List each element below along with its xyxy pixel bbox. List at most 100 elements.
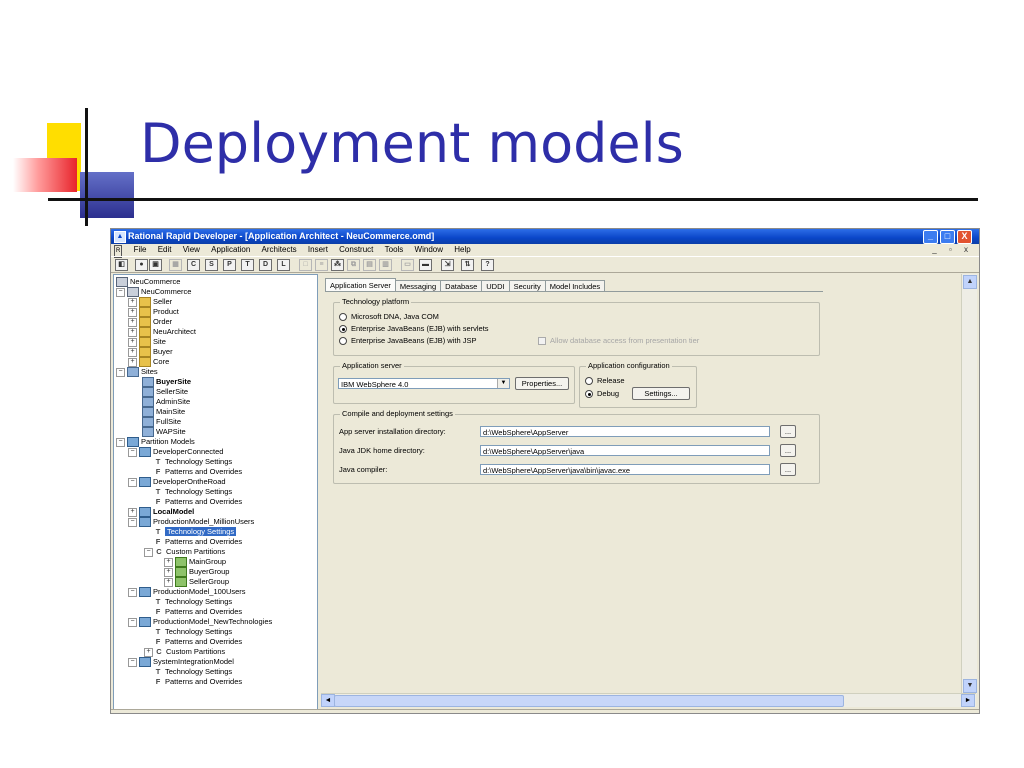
toolbar-d-button[interactable]: D [259, 259, 272, 271]
tree-item-custom-partitions[interactable]: + C Custom Partitions [144, 647, 225, 657]
radio-icon[interactable] [339, 337, 347, 346]
application-server-select[interactable]: IBM WebSphere 4.0 ▼ [338, 378, 510, 389]
toolbar-sort-icon[interactable]: ⇅ [461, 259, 474, 271]
minimize-button[interactable]: _ [923, 230, 938, 244]
java-compiler-field[interactable]: d:\WebSphere\AppServer\java\bin\javac.ex… [480, 464, 770, 475]
menu-view[interactable]: View [183, 244, 200, 255]
model-tree[interactable]: NeuCommerce − NeuCommerce + Seller + Produc… [113, 274, 318, 710]
menu-help[interactable]: Help [454, 244, 470, 255]
toolbar-l-button[interactable]: L [277, 259, 290, 271]
radio-icon[interactable] [339, 313, 347, 322]
menu-insert[interactable]: Insert [308, 244, 328, 255]
jdk-home-field[interactable]: d:\WebSphere\AppServer\java [480, 445, 770, 456]
tree-item-root[interactable]: NeuCommerce [116, 277, 180, 288]
expand-icon[interactable]: + [128, 327, 137, 337]
toolbar-palette-icon[interactable]: ▬ [419, 259, 432, 271]
menu-file[interactable]: File [134, 244, 147, 255]
tab-application-server[interactable]: Application Server [325, 278, 396, 292]
toolbar-c-button[interactable]: C [187, 259, 200, 271]
toolbar-t-button[interactable]: T [241, 259, 254, 271]
platform-option-ejb-jsp[interactable]: Enterprise JavaBeans (EJB) with JSP [339, 336, 476, 346]
collapse-icon[interactable]: − [128, 447, 137, 457]
tree-item-systemintegrationmodel[interactable]: − SystemIntegrationModel [128, 657, 234, 668]
toolbar-save-icon[interactable]: ▣ [149, 259, 162, 271]
tree-item-developerontheroad[interactable]: − DeveloperOntheRoad [128, 477, 226, 488]
expand-icon[interactable]: + [128, 347, 137, 357]
tree-item-buyergroup[interactable]: + BuyerGroup [164, 567, 229, 578]
tree-item-productionmodel-millionusers[interactable]: − ProductionModel_MillionUsers [128, 517, 254, 528]
collapse-icon[interactable]: − [128, 657, 137, 667]
expand-icon[interactable]: + [128, 507, 137, 517]
menu-window[interactable]: Window [415, 244, 443, 255]
close-button[interactable]: X [957, 230, 972, 244]
tree-item-product[interactable]: + Product [128, 307, 179, 318]
tree-item-wapsite[interactable]: WAPSite [142, 427, 186, 438]
tree-item-partition-models[interactable]: − Partition Models [116, 437, 195, 448]
window-titlebar[interactable]: ▲ Rational Rapid Developer - [Applicatio… [111, 229, 979, 244]
allow-db-access-checkbox[interactable]: Allow database access from presentation … [538, 336, 699, 346]
tree-item-technology-settings[interactable]: T Technology Settings [154, 667, 232, 677]
expand-icon[interactable]: + [128, 337, 137, 347]
settings-button[interactable]: Settings... [632, 387, 690, 400]
toolbar-paste-icon[interactable]: ▤ [363, 259, 376, 271]
scroll-left-icon[interactable]: ◄ [321, 694, 335, 707]
horizontal-scroll-thumb[interactable] [334, 695, 844, 707]
tree-item-technology-settings[interactable]: T Technology Settings [154, 627, 232, 637]
tree-item-buyer[interactable]: + Buyer [128, 347, 173, 358]
tree-item-patterns-overrides[interactable]: F Patterns and Overrides [154, 537, 242, 547]
menu-construct[interactable]: Construct [339, 244, 373, 255]
collapse-icon[interactable]: − [128, 587, 137, 597]
toolbar-copy-icon[interactable]: ⧉ [347, 259, 360, 271]
tree-item-technology-settings[interactable]: T Technology Settings [154, 487, 232, 497]
tree-item-maingroup[interactable]: + MainGroup [164, 557, 226, 568]
checkbox-icon[interactable] [538, 337, 546, 346]
tree-item-localmodel[interactable]: + LocalModel [128, 507, 194, 518]
menu-application[interactable]: Application [211, 244, 250, 255]
mdi-controls[interactable]: _ ▫ x [932, 244, 973, 255]
maximize-button[interactable]: □ [940, 230, 955, 244]
tree-item-adminsite[interactable]: AdminSite [142, 397, 190, 408]
tree-item-patterns-overrides[interactable]: F Patterns and Overrides [154, 677, 242, 687]
tree-item-patterns-overrides[interactable]: F Patterns and Overrides [154, 637, 242, 647]
vertical-scrollbar[interactable]: ▲ ▼ [961, 274, 977, 694]
properties-button[interactable]: Properties... [515, 377, 569, 390]
radio-selected-icon[interactable] [339, 325, 347, 334]
toolbar-list-icon[interactable]: ≡ [315, 259, 328, 271]
collapse-icon[interactable]: − [128, 477, 137, 487]
toolbar-s-button[interactable]: S [205, 259, 218, 271]
horizontal-scrollbar[interactable]: ◄ ► [321, 693, 976, 707]
expand-icon[interactable]: + [164, 567, 173, 577]
tree-item-neuarchitect[interactable]: + NeuArchitect [128, 327, 196, 338]
app-server-dir-field[interactable]: d:\WebSphere\AppServer [480, 426, 770, 437]
jdk-home-browse-button[interactable]: ... [780, 444, 796, 457]
radio-selected-icon[interactable] [585, 390, 593, 399]
tree-item-developerconnected[interactable]: − DeveloperConnected [128, 447, 223, 458]
tree-item-sellersite[interactable]: SellerSite [142, 387, 188, 398]
toolbar-network-icon[interactable]: ⁂ [331, 259, 344, 271]
tree-item-core[interactable]: + Core [128, 357, 169, 368]
toolbar-help-icon[interactable]: ? [481, 259, 494, 271]
scroll-down-icon[interactable]: ▼ [963, 679, 977, 693]
tree-item-patterns-overrides[interactable]: F Patterns and Overrides [154, 607, 242, 617]
tree-item-app[interactable]: − NeuCommerce [116, 287, 191, 298]
expand-icon[interactable]: + [128, 357, 137, 367]
java-compiler-browse-button[interactable]: ... [780, 463, 796, 476]
tree-item-technology-settings[interactable]: T Technology Settings [154, 597, 232, 607]
expand-icon[interactable]: + [164, 557, 173, 567]
chevron-down-icon[interactable]: ▼ [497, 379, 509, 388]
tree-item-productionmodel-100users[interactable]: − ProductionModel_100Users [128, 587, 246, 598]
collapse-icon[interactable]: − [116, 287, 125, 297]
collapse-icon[interactable]: − [128, 617, 137, 627]
tree-item-fullsite[interactable]: FullSite [142, 417, 181, 428]
tree-item-technology-settings-selected[interactable]: T Technology Settings [154, 527, 237, 537]
tree-item-productionmodel-newtechnologies[interactable]: − ProductionModel_NewTechnologies [128, 617, 272, 628]
tree-item-patterns-overrides[interactable]: F Patterns and Overrides [154, 497, 242, 507]
expand-icon[interactable]: + [128, 317, 137, 327]
radio-icon[interactable] [585, 377, 593, 386]
collapse-icon[interactable]: − [116, 437, 125, 447]
app-server-dir-browse-button[interactable]: ... [780, 425, 796, 438]
toolbar-p-button[interactable]: P [223, 259, 236, 271]
collapse-icon[interactable]: − [144, 547, 153, 557]
config-debug-radio[interactable]: Debug [585, 389, 619, 399]
expand-icon[interactable]: + [128, 307, 137, 317]
